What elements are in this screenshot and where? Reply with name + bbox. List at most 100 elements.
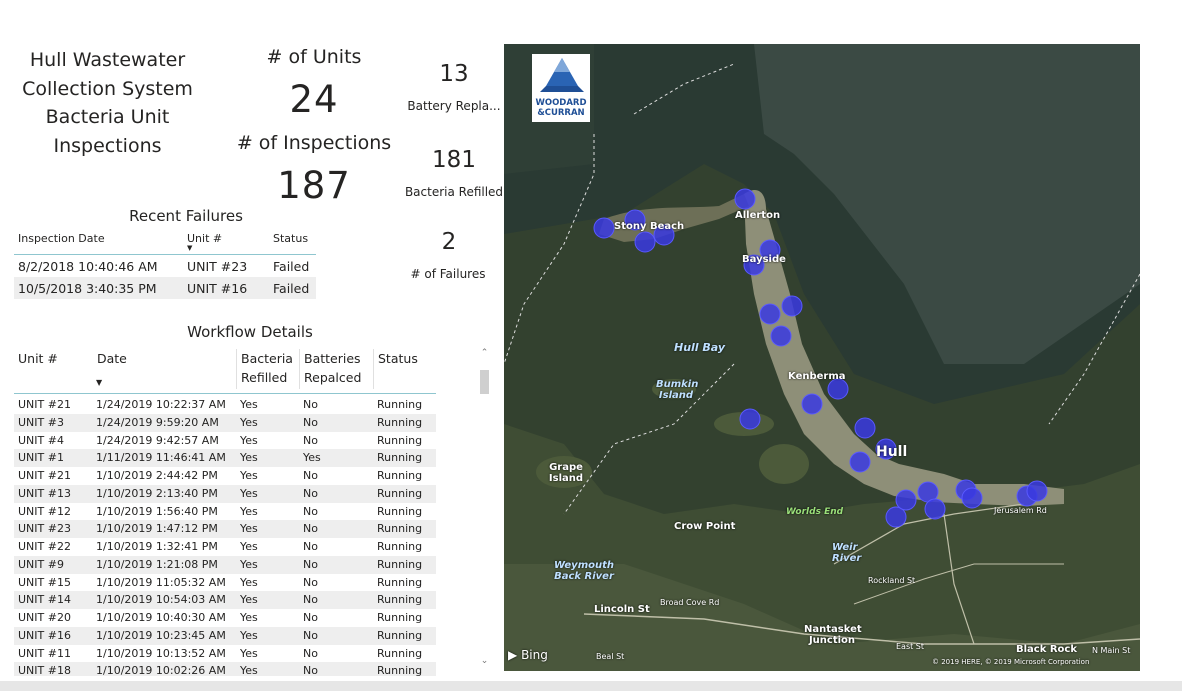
unit-marker[interactable] [827, 378, 849, 400]
cell-bacteria-refilled: Yes [240, 593, 258, 607]
cell-unit: UNIT #16 [183, 277, 269, 299]
table-row[interactable]: UNIT #1 1/11/2019 11:46:41 AM Yes Yes Runnin… [14, 449, 436, 467]
unit-marker[interactable] [593, 217, 615, 239]
table-row[interactable]: UNIT #4 1/24/2019 9:42:57 AM Yes No Running [14, 432, 436, 450]
recent-failures-table: Inspection Date Unit # ▼ Status 8/2/2018 … [14, 232, 316, 299]
cell-bacteria-refilled: Yes [240, 646, 258, 660]
sort-desc-icon: ▼ [96, 378, 103, 387]
cell-date: 1/11/2019 11:46:41 AM [96, 451, 226, 465]
map-copyright: © 2019 HERE, © 2019 Microsoft Corporatio… [932, 658, 1090, 666]
table-row[interactable]: UNIT #20 1/10/2019 10:40:30 AM Yes No Runnin… [14, 609, 436, 627]
col-unit[interactable]: Unit # ▼ [183, 232, 269, 255]
cell-unit: UNIT #18 [18, 664, 71, 676]
cell-date: 8/2/2018 10:40:46 AM [18, 258, 158, 274]
cell-date: 1/24/2019 10:22:37 AM [96, 398, 226, 411]
cell-unit: UNIT #23 [187, 258, 248, 274]
cell-date: 1/24/2019 9:59:20 AM [96, 415, 219, 429]
logo-text-1: WOODARD [535, 98, 587, 108]
cell-status: Running [377, 398, 423, 411]
cell-batteries-replaced: No [303, 664, 318, 676]
scroll-down-icon[interactable]: ⌄ [479, 656, 490, 666]
recent-failures-title: Recent Failures [129, 207, 243, 225]
cell-status: Running [377, 593, 423, 607]
map-label-black-rock: Black Rock [1016, 644, 1078, 655]
unit-marker[interactable] [634, 231, 656, 253]
map-label-n-main-st: N Main St [1092, 646, 1131, 655]
map-label-kenberma: Kenberma [788, 371, 846, 382]
table-row[interactable]: UNIT #21 1/24/2019 10:22:37 AM Yes No Runnin… [14, 396, 436, 414]
cell-batteries-replaced: No [303, 504, 318, 518]
logo-text-2: &CURRAN [537, 108, 585, 118]
table-row[interactable]: UNIT #3 1/24/2019 9:59:20 AM Yes No Running [14, 413, 436, 432]
page-title: Hull Wastewater Collection System Bacter… [22, 49, 193, 157]
map-label-bumkin-island: Bumkin Island [656, 379, 699, 401]
cell-status: Running [377, 504, 423, 518]
unit-marker[interactable] [734, 188, 756, 210]
map-label-allerton: Allerton [735, 210, 781, 221]
unit-marker[interactable] [924, 498, 946, 520]
workflow-scrollbar[interactable]: ⌃ ⌄ [479, 348, 490, 666]
col-date-label: Date [97, 351, 127, 366]
cell-batteries-replaced: No [303, 557, 318, 571]
cell-unit: UNIT #3 [18, 415, 64, 429]
scroll-thumb[interactable] [480, 370, 489, 394]
table-row[interactable]: UNIT #16 1/10/2019 10:23:45 AM Yes No Runnin… [14, 626, 436, 645]
cell-status: Running [377, 469, 423, 482]
cell-date: 1/10/2019 1:47:12 PM [96, 522, 218, 536]
table-row[interactable]: UNIT #22 1/10/2019 1:32:41 PM Yes No Running [14, 538, 436, 556]
map-label-bayside: Bayside [742, 254, 786, 265]
scroll-up-icon[interactable]: ⌃ [479, 348, 490, 358]
map-visual[interactable]: Allerton Stony Beach Bayside Hull Bay Bu… [504, 44, 1140, 671]
map-label-lincoln-st: Lincoln St [594, 604, 650, 615]
table-row[interactable]: 10/5/2018 3:40:35 PM UNIT #16 Failed [14, 277, 316, 299]
cell-bacteria-refilled: Yes [240, 575, 258, 589]
unit-marker[interactable] [961, 487, 983, 509]
cell-batteries-replaced: No [303, 522, 318, 536]
col-inspection-date[interactable]: Inspection Date [14, 232, 183, 255]
cell-batteries-replaced: No [303, 415, 318, 429]
unit-marker[interactable] [849, 451, 871, 473]
table-row[interactable]: UNIT #14 1/10/2019 10:54:03 AM Yes No Runnin… [14, 591, 436, 609]
cell-status: Running [377, 486, 423, 500]
unit-marker[interactable] [854, 417, 876, 439]
col-bacteria-refilled[interactable]: Bacteria Refilled [236, 349, 299, 389]
unit-marker[interactable] [1026, 480, 1048, 502]
units-card-value: 24 [289, 78, 339, 121]
map-label-rockland-st: Rockland St [868, 576, 916, 585]
unit-marker[interactable] [739, 408, 761, 430]
col-status[interactable]: Status [373, 349, 438, 389]
map-label-stony-beach: Stony Beach [614, 221, 685, 232]
unit-marker[interactable] [759, 303, 781, 325]
table-row[interactable]: UNIT #13 1/10/2019 2:13:40 PM Yes No Running [14, 484, 436, 503]
unit-marker[interactable] [781, 295, 803, 317]
cell-date: 1/10/2019 10:13:52 AM [96, 646, 226, 660]
workflow-title: Workflow Details [187, 323, 313, 341]
table-row[interactable]: UNIT #15 1/10/2019 11:05:32 AM Yes No Runnin… [14, 574, 436, 592]
table-row[interactable]: UNIT #23 1/10/2019 1:47:12 PM Yes No Running [14, 520, 436, 538]
table-row[interactable]: UNIT #18 1/10/2019 10:02:26 AM Yes No Runnin… [14, 662, 436, 676]
table-row[interactable]: UNIT #21 1/10/2019 2:44:42 PM Yes No Running [14, 467, 436, 485]
cell-bacteria-refilled: Yes [240, 451, 258, 465]
unit-marker[interactable] [895, 489, 917, 511]
cell-unit: UNIT #1 [18, 451, 64, 465]
cell-unit: UNIT #20 [18, 611, 71, 624]
bacteria-refilled-value: 181 [432, 147, 476, 173]
cell-batteries-replaced: No [303, 593, 318, 607]
cell-bacteria-refilled: Yes [240, 522, 258, 536]
map-label-jerusalem-rd: Jerusalem Rd [994, 506, 1047, 515]
cell-unit: UNIT #21 [18, 398, 71, 411]
col-unit-label: Unit # [187, 232, 223, 245]
table-row[interactable]: UNIT #11 1/10/2019 10:13:52 AM Yes No Runnin… [14, 645, 436, 663]
unit-marker[interactable] [801, 393, 823, 415]
col-status[interactable]: Status [269, 232, 316, 255]
col-batteries-replaced[interactable]: Batteries Repalced [299, 349, 374, 389]
table-row[interactable]: UNIT #9 1/10/2019 1:21:08 PM Yes No Running [14, 555, 436, 574]
col-unit[interactable]: Unit # [18, 349, 58, 368]
cell-status: Running [377, 611, 423, 624]
cell-date: 10/5/2018 3:40:35 PM [14, 277, 183, 299]
unit-marker[interactable] [770, 325, 792, 347]
failures-value: 2 [441, 229, 457, 255]
bing-icon: ▶ [508, 648, 518, 662]
table-row[interactable]: UNIT #12 1/10/2019 1:56:40 PM Yes No Running [14, 503, 436, 521]
table-row[interactable]: 8/2/2018 10:40:46 AM UNIT #23 Failed [14, 255, 316, 278]
